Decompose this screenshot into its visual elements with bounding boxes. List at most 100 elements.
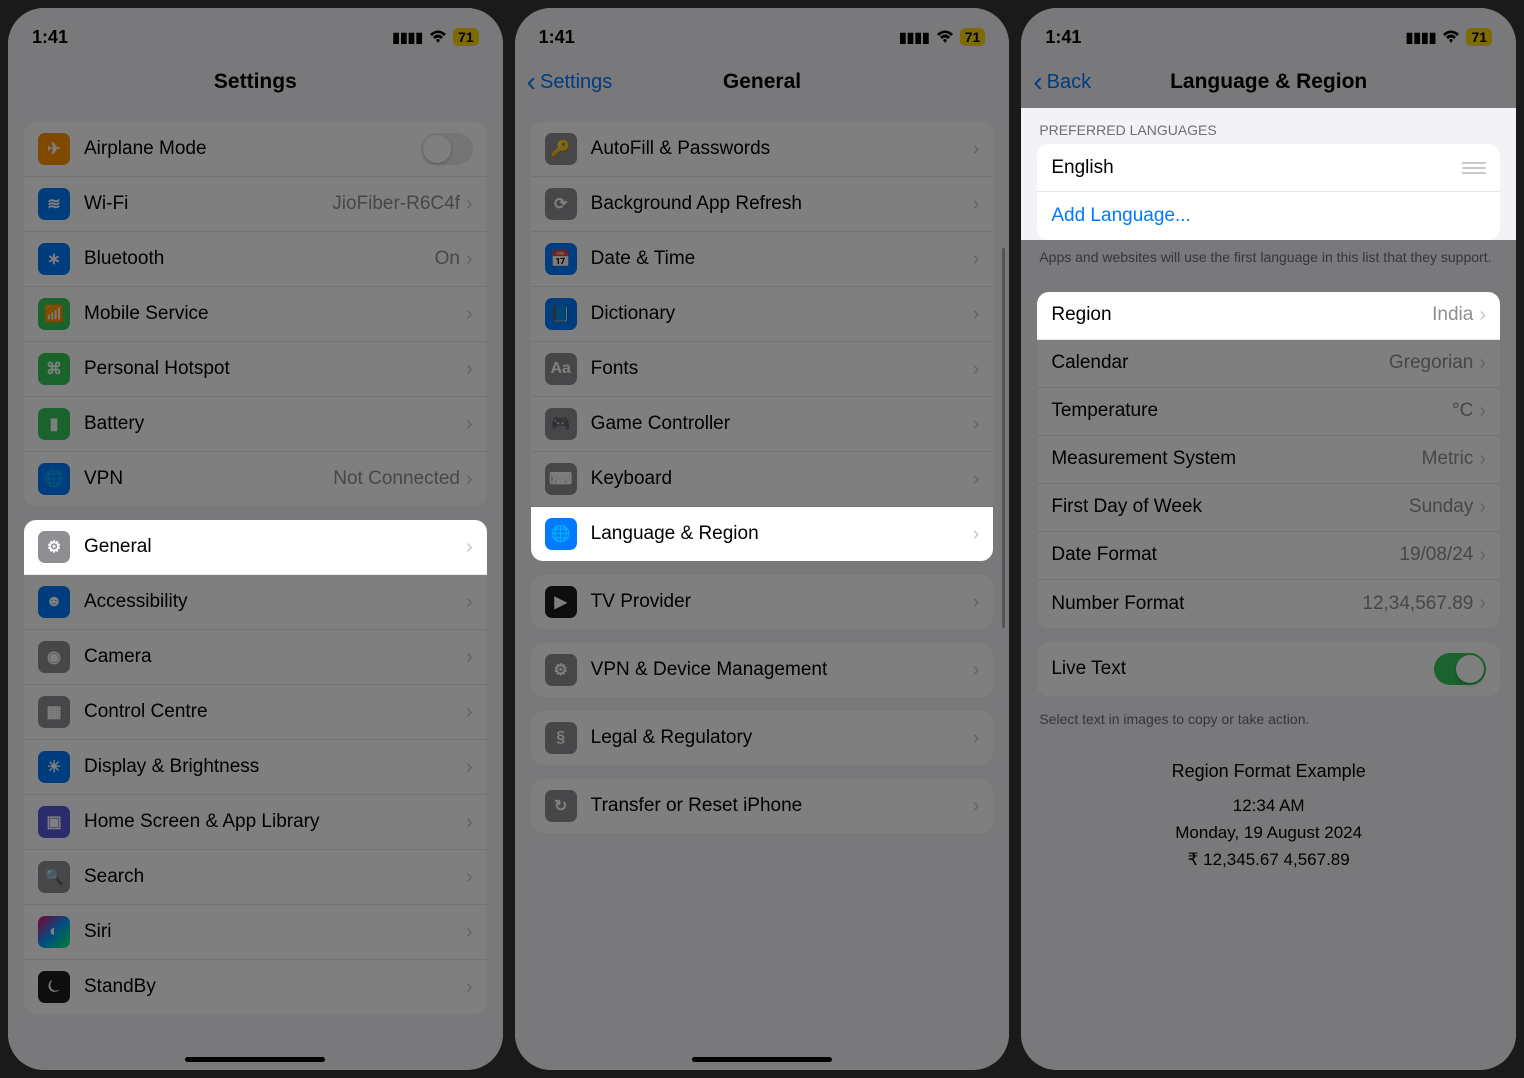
home-indicator[interactable] xyxy=(692,1057,832,1062)
chevron-right-icon: › xyxy=(1479,496,1486,519)
list-item-control-centre[interactable]: ▦ Control Centre › xyxy=(24,685,487,740)
list-item-value: On xyxy=(435,248,460,270)
list-item-accessibility[interactable]: ☻ Accessibility › xyxy=(24,575,487,630)
setting-row-date-format[interactable]: Date Format 19/08/24 › xyxy=(1037,532,1500,580)
airplane-toggle[interactable] xyxy=(421,133,473,165)
list-item-search[interactable]: 🔍 Search › xyxy=(24,850,487,905)
list-item-label: StandBy xyxy=(84,976,466,998)
chevron-right-icon: › xyxy=(973,248,980,271)
list-item-vpn[interactable]: 🌐 VPN Not Connected› xyxy=(24,452,487,506)
scroll-indicator[interactable] xyxy=(1002,248,1005,628)
live-text-row[interactable]: Live Text xyxy=(1037,642,1500,696)
list-item-label: Legal & Regulatory xyxy=(591,727,973,749)
list-item-battery[interactable]: ▮ Battery › xyxy=(24,397,487,452)
transfer-icon: ↻ xyxy=(545,790,577,822)
list-item-label: Camera xyxy=(84,646,466,668)
back-button[interactable]: ‹ Back xyxy=(1033,68,1091,96)
setting-row-measurement-system[interactable]: Measurement System Metric › xyxy=(1037,436,1500,484)
list-item-background-app-refresh[interactable]: ⟳ Background App Refresh › xyxy=(531,177,994,232)
chevron-right-icon: › xyxy=(973,795,980,818)
chevron-right-icon: › xyxy=(466,756,473,779)
list-item-siri[interactable]: ◐ Siri › xyxy=(24,905,487,960)
add-language-button[interactable]: Add Language... xyxy=(1037,192,1500,240)
chevron-right-icon: › xyxy=(973,303,980,326)
live-text-label: Live Text xyxy=(1051,658,1434,680)
wifi-icon xyxy=(936,30,954,44)
live-text-toggle[interactable] xyxy=(1434,653,1486,685)
setting-label: Measurement System xyxy=(1051,448,1421,470)
list-item-mobile-service[interactable]: 📶 Mobile Service › xyxy=(24,287,487,342)
preferred-languages-footer: Apps and websites will use the first lan… xyxy=(1021,240,1516,282)
list-item-wi-fi[interactable]: ≋ Wi-Fi JioFiber-R6C4f› xyxy=(24,177,487,232)
status-bar: 1:41 ▮▮▮▮ 71 xyxy=(515,8,1010,56)
list-item-game-controller[interactable]: 🎮 Game Controller › xyxy=(531,397,994,452)
setting-value: Gregorian xyxy=(1389,352,1474,374)
autofill-icon: 🔑 xyxy=(545,133,577,165)
list-item-value: Not Connected xyxy=(333,468,460,490)
list-item-label: VPN xyxy=(84,468,333,490)
reorder-handle-icon[interactable] xyxy=(1462,162,1486,174)
list-item-legal-regulatory[interactable]: § Legal & Regulatory › xyxy=(531,711,994,765)
setting-label: Number Format xyxy=(1051,593,1362,615)
list-item-label: Background App Refresh xyxy=(591,193,973,215)
setting-row-number-format[interactable]: Number Format 12,34,567.89 › xyxy=(1037,580,1500,628)
chevron-right-icon: › xyxy=(973,523,980,546)
preferred-languages-section: PREFERRED LANGUAGES English Add Language… xyxy=(1021,108,1516,240)
setting-row-first-day-of-week[interactable]: First Day of Week Sunday › xyxy=(1037,484,1500,532)
dictionary-icon: 📘 xyxy=(545,298,577,330)
list-item-label: Dictionary xyxy=(591,303,973,325)
list-item-label: Siri xyxy=(84,921,466,943)
page-title: Settings xyxy=(214,70,297,94)
list-item-bluetooth[interactable]: ∗ Bluetooth On› xyxy=(24,232,487,287)
chevron-right-icon: › xyxy=(1479,592,1486,615)
setting-row-calendar[interactable]: Calendar Gregorian › xyxy=(1037,340,1500,388)
chevron-right-icon: › xyxy=(973,659,980,682)
setting-value: Metric xyxy=(1422,448,1474,470)
region-row[interactable]: Region India › xyxy=(1037,292,1500,340)
list-item-vpn-device-management[interactable]: ⚙ VPN & Device Management › xyxy=(531,643,994,697)
bluetooth-icon: ∗ xyxy=(38,243,70,275)
list-item-date-time[interactable]: 📅 Date & Time › xyxy=(531,232,994,287)
list-item-tv-provider[interactable]: ▶ TV Provider › xyxy=(531,575,994,629)
list-item-transfer-or-reset-iphone[interactable]: ↻ Transfer or Reset iPhone › xyxy=(531,779,994,833)
status-time: 1:41 xyxy=(32,27,68,48)
list-item-fonts[interactable]: Aa Fonts › xyxy=(531,342,994,397)
language-row-english[interactable]: English xyxy=(1037,144,1500,192)
list-item-airplane-mode[interactable]: ✈ Airplane Mode xyxy=(24,122,487,177)
list-item-label: VPN & Device Management xyxy=(591,659,973,681)
standby-icon: ⏾ xyxy=(38,971,70,1003)
list-item-label: Game Controller xyxy=(591,413,973,435)
chevron-right-icon: › xyxy=(973,591,980,614)
language-icon: 🌐 xyxy=(545,518,577,550)
signal-icon: ▮▮▮▮ xyxy=(392,29,423,46)
add-language-label: Add Language... xyxy=(1051,205,1190,227)
list-item-autofill-passwords[interactable]: 🔑 AutoFill & Passwords › xyxy=(531,122,994,177)
list-item-general[interactable]: ⚙ General › xyxy=(24,520,487,575)
list-item-display-brightness[interactable]: ☀ Display & Brightness › xyxy=(24,740,487,795)
status-time: 1:41 xyxy=(1045,27,1081,48)
chevron-right-icon: › xyxy=(466,701,473,724)
list-item-personal-hotspot[interactable]: ⌘ Personal Hotspot › xyxy=(24,342,487,397)
wifi-icon: ≋ xyxy=(38,188,70,220)
battery-level: 71 xyxy=(960,28,986,46)
settings-screen: 1:41 ▮▮▮▮ 71 Settings ✈ Airplane Mode ≋ … xyxy=(8,8,503,1070)
example-time: 12:34 AM xyxy=(1035,792,1502,819)
chevron-right-icon: › xyxy=(466,536,473,559)
status-bar: 1:41 ▮▮▮▮ 71 xyxy=(8,8,503,56)
list-item-dictionary[interactable]: 📘 Dictionary › xyxy=(531,287,994,342)
list-item-home-screen-app-library[interactable]: ▣ Home Screen & App Library › xyxy=(24,795,487,850)
list-item-camera[interactable]: ◉ Camera › xyxy=(24,630,487,685)
setting-row-temperature[interactable]: Temperature °C › xyxy=(1037,388,1500,436)
preferred-languages-header: PREFERRED LANGUAGES xyxy=(1021,108,1516,144)
list-item-keyboard[interactable]: ⌨ Keyboard › xyxy=(531,452,994,507)
back-button[interactable]: ‹ Settings xyxy=(527,68,613,96)
signal-icon: ▮▮▮▮ xyxy=(899,29,930,46)
setting-value: °C xyxy=(1452,400,1473,422)
list-item-language-region[interactable]: 🌐 Language & Region › xyxy=(531,507,994,561)
chevron-right-icon: › xyxy=(466,468,473,491)
list-item-standby[interactable]: ⏾ StandBy › xyxy=(24,960,487,1014)
chevron-right-icon: › xyxy=(1479,400,1486,423)
legal-icon: § xyxy=(545,722,577,754)
home-indicator[interactable] xyxy=(185,1057,325,1062)
nav-bar: Settings xyxy=(8,56,503,108)
